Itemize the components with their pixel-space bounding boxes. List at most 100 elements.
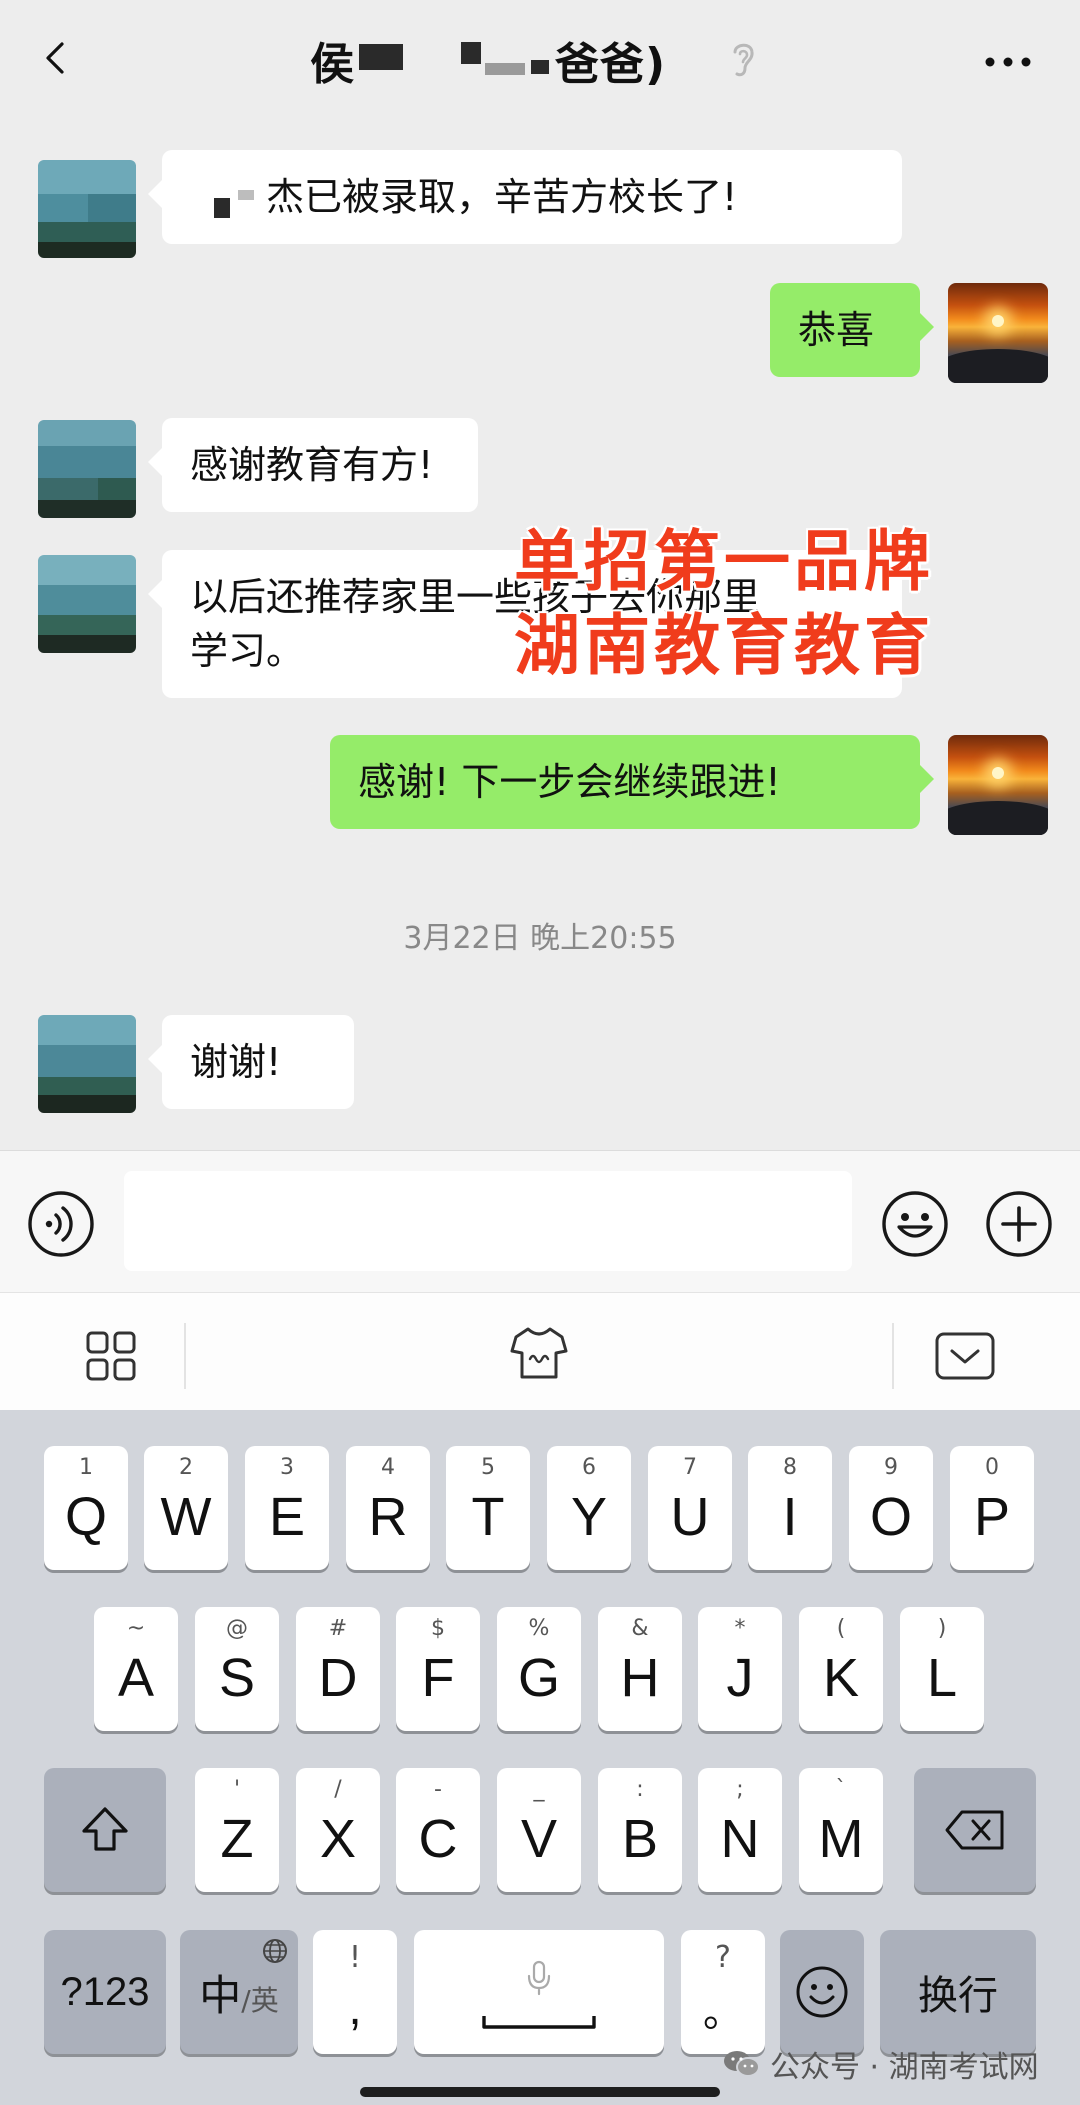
key-label: 换行: [918, 1973, 998, 2019]
key-o[interactable]: 9O: [849, 1446, 933, 1570]
home-indicator[interactable]: [360, 2087, 720, 2097]
key-k[interactable]: (K: [799, 1607, 883, 1731]
watermark: 公众号 · 湖南考试网: [722, 2042, 1039, 2086]
key-symbol: _: [533, 1777, 545, 1802]
key-n[interactable]: ; N: [698, 1768, 782, 1892]
key-m[interactable]: ` M: [799, 1768, 883, 1892]
back-icon[interactable]: [40, 40, 74, 74]
chat-header: 侯 爸爸): [0, 0, 1080, 125]
message-bubble-incoming[interactable]: 谢谢!: [148, 1015, 354, 1109]
key-y[interactable]: 6Y: [547, 1446, 631, 1570]
key-z[interactable]: ' Z: [195, 1768, 279, 1892]
emoji-icon[interactable]: [880, 1189, 950, 1259]
key-b[interactable]: :B: [598, 1768, 682, 1892]
message-text: 谢谢!: [190, 1040, 282, 1084]
more-icon[interactable]: [985, 56, 1031, 68]
contact-avatar[interactable]: [38, 160, 136, 258]
redacted-mosaic: [531, 60, 549, 74]
key-w[interactable]: 2W: [144, 1446, 228, 1570]
key-symbol: 6: [582, 1455, 596, 1480]
key-letter: C: [418, 1809, 458, 1869]
backspace-key[interactable]: [914, 1768, 1036, 1892]
key-symbol: 2: [179, 1455, 193, 1480]
chat-title: 侯 爸爸): [310, 30, 666, 90]
key-v[interactable]: _ V: [497, 1768, 581, 1892]
key-letter: Q: [64, 1487, 107, 1547]
message-list[interactable]: 杰已被录取，辛苦方校长了! 恭喜 感谢教育有方! 以后还推荐家里一些孩子去你那里…: [0, 125, 1080, 1150]
my-avatar[interactable]: [948, 283, 1048, 383]
contact-avatar[interactable]: [38, 1015, 136, 1113]
contact-avatar[interactable]: [38, 555, 136, 653]
key-j[interactable]: * J: [698, 1607, 782, 1731]
emoji-key[interactable]: [780, 1930, 864, 2054]
language-switch-key[interactable]: 中 /英: [180, 1930, 298, 2054]
key-symbol: 8: [783, 1455, 797, 1480]
key-f[interactable]: $ F: [396, 1607, 480, 1731]
shift-key[interactable]: [44, 1768, 166, 1892]
key-letter: E: [268, 1487, 306, 1547]
watermark-text: 公众号 · 湖南考试网: [770, 2050, 1039, 2085]
redacted-mosaic: [461, 42, 481, 64]
key-letter: N: [720, 1809, 760, 1869]
voice-input-icon[interactable]: [26, 1189, 96, 1259]
return-key[interactable]: 换行: [880, 1930, 1036, 2054]
key-symbol: &: [631, 1616, 649, 1641]
key-letter: V: [520, 1809, 558, 1869]
message-text: 感谢! 下一步会继续跟进!: [358, 760, 781, 804]
numeric-mode-key[interactable]: ?123: [44, 1930, 166, 2054]
promo-overlay-text: 单招第一品牌 湖南教育教育: [514, 520, 934, 688]
key-q[interactable]: 1Q: [44, 1446, 128, 1570]
key-letter: J: [726, 1648, 754, 1708]
key-symbol: ?: [715, 1940, 731, 1975]
space-key[interactable]: [414, 1930, 664, 2054]
message-bubble-outgoing[interactable]: 恭喜: [770, 283, 934, 377]
message-text-input[interactable]: [124, 1171, 852, 1271]
space-bar-icon: [482, 2016, 596, 2029]
key-r[interactable]: 4R: [346, 1446, 430, 1570]
key-u[interactable]: 7U: [648, 1446, 732, 1570]
key-g[interactable]: % G: [497, 1607, 581, 1731]
contact-avatar[interactable]: [38, 420, 136, 518]
comma-key[interactable]: ! ,: [313, 1930, 397, 2054]
message-bubble-incoming[interactable]: 感谢教育有方!: [148, 418, 478, 512]
message-text: 感谢教育有方!: [190, 443, 434, 487]
key-l[interactable]: ) L: [900, 1607, 984, 1731]
key-symbol: ': [233, 1777, 241, 1802]
key-t[interactable]: 5T: [446, 1446, 530, 1570]
key-symbol: 9: [884, 1455, 898, 1480]
keyboard-menu-grid-icon[interactable]: [86, 1331, 136, 1381]
key-a[interactable]: ~ A: [94, 1607, 178, 1731]
microphone-icon: [527, 1960, 551, 1996]
period-key[interactable]: ? 。: [681, 1930, 765, 2054]
key-letter: X: [319, 1809, 357, 1869]
key-label: ?123: [60, 1969, 150, 2014]
key-letter: L: [926, 1648, 958, 1708]
key-x[interactable]: / X: [296, 1768, 380, 1892]
key-symbol: 1: [79, 1455, 93, 1480]
lang-alt-label: /英: [241, 1984, 279, 2017]
key-symbol: $: [431, 1616, 445, 1641]
redacted-mosaic: [214, 198, 230, 218]
redacted-mosaic: [359, 44, 403, 70]
key-c[interactable]: -C: [396, 1768, 480, 1892]
key-letter: R: [368, 1487, 408, 1547]
hide-keyboard-icon[interactable]: [934, 1331, 996, 1381]
key-symbol: :: [636, 1777, 644, 1802]
key-letter: F: [421, 1648, 455, 1708]
keyboard-skin-shirt-icon[interactable]: [508, 1323, 570, 1385]
sunset-sun: [992, 315, 1004, 327]
key-letter: M: [818, 1809, 864, 1869]
plus-icon[interactable]: [984, 1189, 1054, 1259]
key-symbol: 7: [683, 1455, 697, 1480]
message-bubble-incoming[interactable]: 杰已被录取，辛苦方校长了!: [148, 150, 902, 244]
key-s[interactable]: @ S: [195, 1607, 279, 1731]
key-p[interactable]: 0P: [950, 1446, 1034, 1570]
key-i[interactable]: 8I: [748, 1446, 832, 1570]
key-h[interactable]: & H: [598, 1607, 682, 1731]
key-letter: S: [218, 1648, 256, 1708]
key-d[interactable]: # D: [296, 1607, 380, 1731]
my-avatar[interactable]: [948, 735, 1048, 835]
key-symbol: ): [937, 1616, 947, 1641]
key-e[interactable]: 3E: [245, 1446, 329, 1570]
message-bubble-outgoing[interactable]: 感谢! 下一步会继续跟进!: [330, 735, 934, 829]
